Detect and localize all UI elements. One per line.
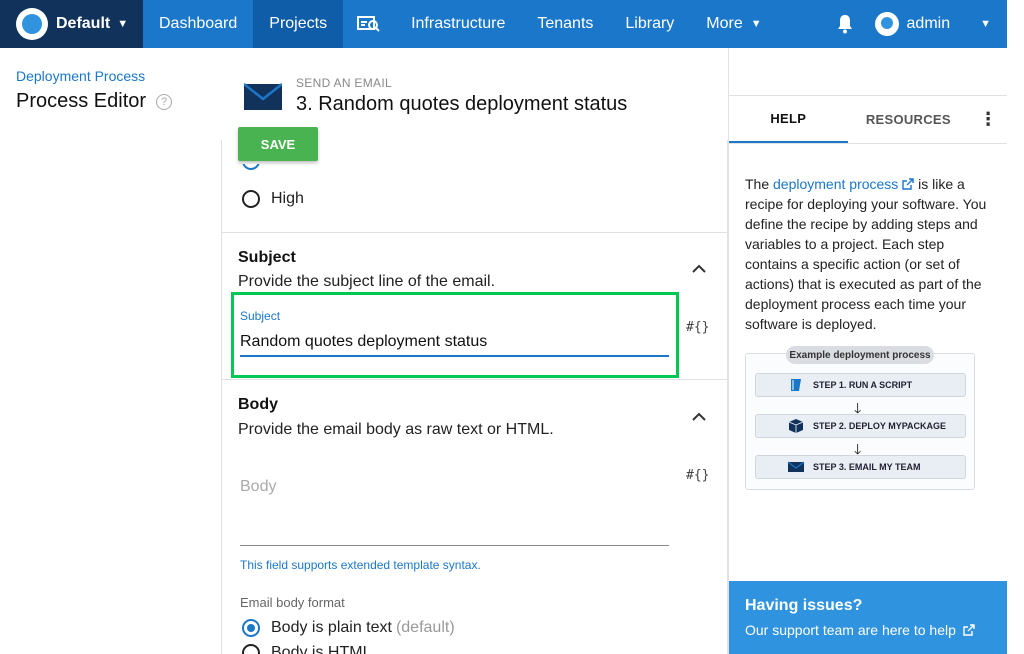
user-name: admin [906, 15, 951, 32]
step-kind: SEND AN EMAIL [296, 76, 392, 90]
template-syntax-hint: This field supports extended template sy… [240, 558, 481, 572]
step-editor-column [221, 140, 728, 654]
more-options-icon[interactable]: ⋮ [969, 96, 1007, 143]
section-divider [222, 232, 727, 233]
subject-field-label: Subject [240, 309, 281, 323]
nav-more-label: More [706, 15, 743, 32]
body-input[interactable]: Body [240, 478, 276, 496]
script-icon [791, 379, 801, 391]
page-title: Process Editor ? [16, 90, 173, 113]
nav-infrastructure[interactable]: Infrastructure [395, 0, 521, 48]
step-title: 3. Random quotes deployment status [296, 93, 628, 115]
support-banner-title: Having issues? [745, 597, 863, 614]
insert-variable-button[interactable]: #{} [686, 468, 709, 483]
help-text-body: is like a recipe for deploying your soft… [745, 176, 987, 332]
external-link-icon [963, 624, 975, 636]
help-panel-tabs: HELP RESOURCES ⋮ [729, 96, 1007, 144]
format-option-label: Body is HTML [271, 644, 372, 654]
radio-plain-text[interactable] [242, 619, 260, 637]
diagram-title: Example deployment process [786, 346, 934, 364]
tab-help[interactable]: HELP [729, 96, 848, 143]
deployment-process-link[interactable]: deployment process [773, 176, 914, 192]
caret-down-icon: ▼ [980, 18, 991, 30]
diagram-step: STEP 1. RUN A SCRIPT [755, 373, 966, 397]
priority-high-label: High [271, 190, 304, 207]
chevron-up-icon[interactable] [692, 412, 706, 422]
nav-more[interactable]: More ▼ [690, 0, 777, 48]
format-option-label: Body is plain text [271, 619, 392, 636]
format-option-plain[interactable]: Body is plain text (default) [242, 619, 455, 637]
package-icon [788, 419, 804, 433]
step-heading-text: SEND AN EMAIL 3. Random quotes deploymen… [296, 76, 627, 116]
external-link-icon [902, 178, 914, 190]
step-header: SEND AN EMAIL 3. Random quotes deploymen… [244, 76, 627, 116]
help-panel: HELP RESOURCES ⋮ The deployment process … [728, 48, 1008, 654]
body-input-underline [240, 545, 669, 546]
diagram-step: STEP 3. EMAIL MY TEAM [755, 455, 966, 479]
format-option-html[interactable]: Body is HTML [242, 644, 371, 654]
chevron-up-icon[interactable] [692, 264, 706, 274]
priority-high-option[interactable]: High [242, 190, 304, 208]
body-format-label: Email body format [240, 595, 345, 610]
email-icon [244, 83, 282, 110]
support-link[interactable]: Our support team are here to help [745, 622, 992, 638]
avatar-icon [874, 12, 899, 36]
subject-section-title: Subject [238, 249, 296, 266]
subject-section-description: Provide the subject line of the email. [238, 273, 496, 290]
nav-library[interactable]: Library [609, 0, 690, 48]
nav-dashboard[interactable]: Dashboard [143, 0, 253, 48]
caret-down-icon: ▼ [750, 18, 762, 30]
diagram-step-label: STEP 3. EMAIL MY TEAM [813, 462, 921, 472]
radio-high[interactable] [242, 190, 260, 208]
diagram-step-label: STEP 1. RUN A SCRIPT [813, 380, 913, 390]
body-section-description: Provide the email body as raw text or HT… [238, 421, 554, 438]
format-option-default-tag: (default) [395, 619, 455, 636]
radio-html[interactable] [242, 644, 260, 654]
subject-input[interactable] [240, 329, 669, 357]
example-process-diagram: Example deployment process STEP 1. RUN A… [745, 346, 975, 490]
body-section-title: Body [238, 396, 278, 413]
save-button[interactable]: SAVE [238, 127, 318, 161]
caret-down-icon: ▼ [117, 18, 129, 30]
help-icon[interactable]: ? [156, 93, 173, 110]
diagram-step: STEP 2. DEPLOY MYPACKAGE [755, 414, 966, 438]
help-text-prefix: The [745, 176, 774, 192]
help-panel-topband [729, 48, 1007, 96]
nav-right: admin ▼ [821, 0, 1007, 48]
section-divider [222, 379, 727, 380]
support-link-text: Our support team are here to help [745, 622, 956, 638]
breadcrumb[interactable]: Deployment Process [16, 68, 145, 84]
diagram-step-label: STEP 2. DEPLOY MYPACKAGE [813, 421, 947, 431]
email-icon [788, 461, 804, 472]
insert-variable-button[interactable]: #{} [686, 320, 709, 335]
help-text: The deployment process is like a recipe … [745, 174, 995, 334]
space-switcher[interactable]: Default ▼ [0, 0, 143, 48]
nav-tasks-icon[interactable] [343, 0, 395, 48]
page-title-text: Process Editor [16, 90, 147, 112]
notification-bell-icon[interactable] [821, 14, 869, 34]
tab-resources[interactable]: RESOURCES [848, 96, 970, 143]
top-nav: Default ▼ Dashboard Projects Infrastruct… [0, 0, 1007, 48]
scrollbar-track[interactable] [1007, 0, 1024, 654]
nav-tenants[interactable]: Tenants [521, 0, 609, 48]
radio-icon [242, 164, 260, 170]
nav-projects[interactable]: Projects [253, 0, 344, 48]
deployment-process-link-text: deployment process [773, 176, 899, 192]
support-banner: Having issues? Our support team are here… [729, 581, 1008, 654]
space-name: Default [56, 15, 111, 32]
octopus-logo-icon [16, 8, 48, 40]
user-menu[interactable]: admin ▼ [869, 12, 1007, 36]
priority-radio-partial[interactable] [242, 164, 262, 184]
